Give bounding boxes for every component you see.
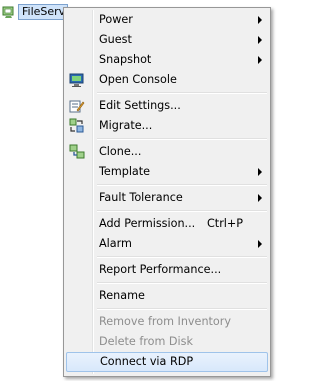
menu-item-guest[interactable]: Guest	[66, 30, 268, 50]
menu-item-label: Power	[99, 13, 133, 26]
menu-item-label: Template	[99, 165, 151, 178]
menu-item-delete-from-disk: Delete from Disk	[66, 332, 268, 352]
menu-item-rename[interactable]: Rename	[66, 286, 268, 306]
menu-item-label: Alarm	[99, 237, 132, 250]
menu-item-label: Rename	[99, 289, 145, 302]
menu-item-label: Delete from Disk	[99, 335, 193, 348]
menu-item-label: Add Permission...	[99, 217, 196, 230]
menu-item-label: Remove from Inventory	[99, 315, 231, 328]
menu-item-remove-from-inventory: Remove from Inventory	[66, 312, 268, 332]
menu-item-add-permission[interactable]: Add Permission... Ctrl+P	[66, 214, 268, 234]
menu-item-connect-via-rdp[interactable]: Connect via RDP	[66, 352, 268, 372]
virtual-machine-icon	[2, 6, 14, 18]
menu-item-label: Migrate...	[99, 119, 153, 132]
menu-item-label: Clone...	[99, 145, 142, 158]
menu-item-clone[interactable]: Clone...	[66, 142, 268, 162]
clone-icon	[69, 144, 85, 159]
menu-item-report-performance[interactable]: Report Performance...	[66, 260, 268, 280]
migrate-icon	[69, 118, 84, 133]
menu-item-alarm[interactable]: Alarm	[66, 234, 268, 254]
menu-item-label: Fault Tolerance	[99, 191, 183, 204]
submenu-arrow-icon	[258, 56, 262, 64]
menu-item-edit-settings[interactable]: Edit Settings...	[66, 96, 268, 116]
submenu-arrow-icon	[258, 240, 262, 248]
submenu-arrow-icon	[258, 168, 262, 176]
shortcut-label: Ctrl+P	[207, 217, 244, 230]
menu-item-template[interactable]: Template	[66, 162, 268, 182]
menu-item-label: Guest	[99, 33, 132, 46]
menu-item-label: Open Console	[99, 73, 177, 86]
menu-item-snapshot[interactable]: Snapshot	[66, 50, 268, 70]
console-icon	[69, 73, 84, 87]
menu-item-label: Connect via RDP	[100, 355, 194, 368]
submenu-arrow-icon	[258, 16, 262, 24]
menu-item-open-console[interactable]: Open Console	[66, 70, 268, 90]
tree-item-label: FileServ	[18, 4, 68, 20]
inventory-tree-item[interactable]: FileServ	[2, 3, 68, 21]
menu-item-label: Edit Settings...	[99, 99, 181, 112]
submenu-arrow-icon	[258, 36, 262, 44]
edit-settings-icon	[69, 100, 85, 113]
menu-item-label: Report Performance...	[99, 263, 222, 276]
menu-item-migrate[interactable]: Migrate...	[66, 116, 268, 136]
menu-item-label: Snapshot	[99, 53, 152, 66]
submenu-arrow-icon	[258, 194, 262, 202]
menu-item-power[interactable]: Power	[66, 10, 268, 30]
context-menu: Power Guest Snapshot Open Console Edit S…	[63, 7, 271, 377]
menu-item-fault-tolerance[interactable]: Fault Tolerance	[66, 188, 268, 208]
